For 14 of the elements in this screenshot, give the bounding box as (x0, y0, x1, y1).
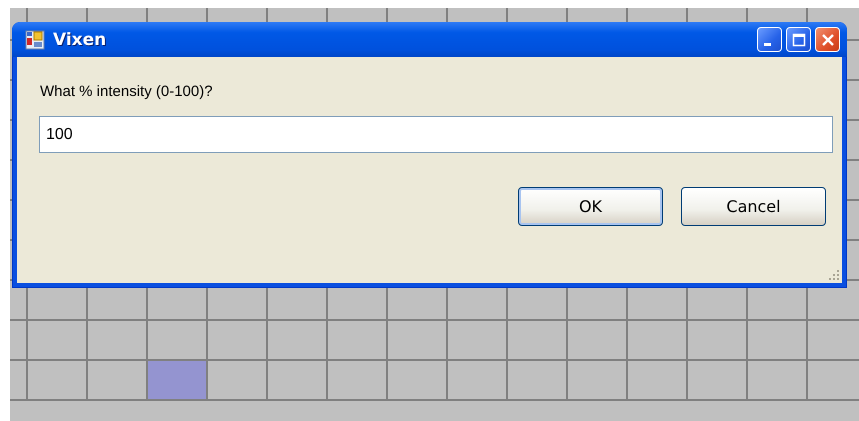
prompt-label: What % intensity (0-100)? (40, 83, 214, 100)
maximize-button[interactable] (786, 27, 811, 52)
close-icon (820, 32, 834, 46)
dialog-button[interactable]: Cancel (681, 187, 826, 226)
dialog-button[interactable]: OK (518, 187, 663, 226)
intensity-input[interactable]: 100 (39, 116, 833, 153)
maximize-icon (792, 32, 806, 46)
highlighted-cell[interactable] (148, 361, 206, 399)
app-icon (25, 30, 45, 50)
close-button[interactable] (815, 27, 840, 52)
minimize-button[interactable] (757, 27, 782, 52)
window-title: Vixen (53, 30, 108, 50)
minimize-icon (764, 42, 770, 46)
resize-grip-icon[interactable] (828, 269, 840, 281)
